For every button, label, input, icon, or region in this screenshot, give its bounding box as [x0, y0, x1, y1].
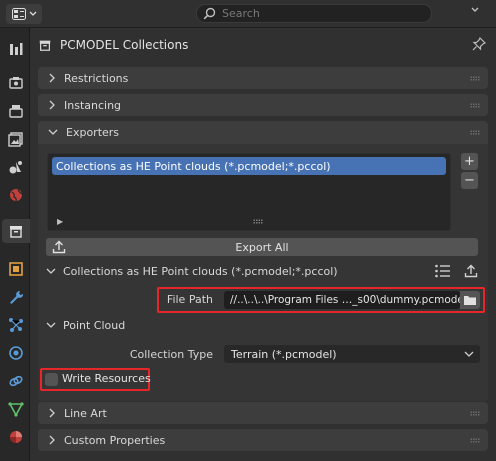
- data-icon: [8, 402, 24, 417]
- properties-editor-icon: [11, 8, 26, 20]
- tab-constraints[interactable]: [4, 369, 28, 393]
- list-item[interactable]: Collections as HE Point clouds (*.pcmode…: [52, 157, 446, 175]
- file-path-label: File Path: [166, 293, 213, 306]
- subpanel-point-cloud-header[interactable]: Point Cloud: [46, 315, 125, 335]
- section-title-exporters: Exporters: [66, 125, 120, 139]
- drag-handle-icon[interactable]: [470, 103, 480, 108]
- collection-type-value: Terrain (*.pcmodel): [231, 347, 337, 361]
- section-exporters[interactable]: Exporters: [38, 121, 488, 144]
- export-all-label: Export All: [235, 240, 289, 254]
- scene-icon: [9, 161, 22, 174]
- properties-tabs: [0, 28, 30, 461]
- section-custom-properties[interactable]: Custom Properties: [38, 429, 488, 451]
- folder-icon: [464, 296, 476, 305]
- output-icon: [9, 105, 23, 118]
- material-icon: [10, 431, 22, 443]
- subpanel-point-cloud-title: Point Cloud: [63, 318, 126, 332]
- section-title-restrictions: Restrictions: [64, 71, 129, 85]
- header-bar: Search: [0, 0, 496, 28]
- write-resources-checkbox[interactable]: [45, 373, 58, 386]
- render-icon: [9, 77, 23, 89]
- collection-type-dropdown[interactable]: Terrain (*.pcmodel): [224, 345, 480, 363]
- view-layer-icon: [8, 132, 23, 147]
- particles-icon: [9, 318, 23, 332]
- search-icon: [203, 7, 216, 20]
- section-instancing[interactable]: Instancing: [38, 94, 488, 116]
- editor-type-selector[interactable]: [6, 4, 42, 24]
- export-all-button[interactable]: Export All: [46, 238, 478, 256]
- tab-material[interactable]: [4, 425, 28, 449]
- page-title: PCMODEL Collections: [60, 38, 189, 52]
- world-icon: [10, 189, 23, 202]
- constraints-icon: [9, 375, 23, 387]
- collection-type-label: Collection Type: [129, 348, 213, 361]
- tab-scene[interactable]: [4, 155, 28, 179]
- remove-exporter-button[interactable]: −: [461, 172, 478, 189]
- chevron-right-icon: [49, 408, 55, 418]
- section-restrictions[interactable]: Restrictions: [38, 67, 488, 89]
- panel-header: PCMODEL Collections: [38, 36, 188, 54]
- chevron-right-icon: [49, 73, 55, 83]
- tab-modifiers[interactable]: [4, 285, 28, 309]
- chevron-right-icon: [49, 100, 55, 110]
- tab-render[interactable]: [4, 71, 28, 95]
- tab-view-layer[interactable]: [4, 127, 28, 151]
- section-title-instancing: Instancing: [64, 98, 122, 112]
- drag-handle-icon[interactable]: [470, 438, 480, 443]
- export-icon[interactable]: [464, 264, 478, 278]
- write-resources-label: Write Resources: [62, 372, 151, 385]
- chevron-right-icon: [49, 435, 55, 445]
- tab-particles[interactable]: [4, 313, 28, 337]
- list-resize-handle-icon[interactable]: [253, 219, 263, 224]
- pin-icon[interactable]: [472, 37, 486, 51]
- drag-handle-icon[interactable]: [470, 130, 480, 135]
- chevron-down-icon: [46, 268, 56, 274]
- chevron-down-icon[interactable]: [470, 6, 480, 14]
- drag-handle-icon[interactable]: [470, 76, 480, 81]
- subpanel-exporter-header[interactable]: Collections as HE Point clouds (*.pcmode…: [46, 261, 338, 281]
- tab-collection[interactable]: [2, 219, 30, 243]
- chevron-down-icon: [464, 351, 474, 357]
- drag-handle-icon[interactable]: [470, 411, 480, 416]
- file-path-field[interactable]: //..\..\..\Program Files …_s00\dummy.pcm…: [224, 291, 460, 309]
- tab-data[interactable]: [4, 397, 28, 421]
- add-exporter-button[interactable]: +: [461, 153, 478, 170]
- browse-folder-button[interactable]: [460, 291, 480, 309]
- modifier-wrench-icon: [10, 290, 24, 304]
- section-title-custom-properties: Custom Properties: [64, 433, 166, 447]
- subpanel-exporter-title: Collections as HE Point clouds (*.pcmode…: [63, 264, 338, 278]
- search-placeholder: Search: [222, 7, 260, 20]
- tab-world[interactable]: [4, 183, 28, 207]
- tab-tool[interactable]: [4, 37, 28, 61]
- chevron-down-icon: [29, 11, 36, 16]
- object-icon: [9, 262, 23, 276]
- chevron-down-icon: [46, 322, 56, 328]
- tab-physics[interactable]: [4, 341, 28, 365]
- section-line-art[interactable]: Line Art: [38, 402, 488, 424]
- list-item-label: Collections as HE Point clouds (*.pcmode…: [56, 159, 331, 173]
- list-filter-toggle-icon[interactable]: ▶: [57, 217, 63, 226]
- file-path-value: //..\..\..\Program Files …_s00\dummy.pcm…: [230, 294, 460, 306]
- list-menu-icon[interactable]: [435, 264, 451, 278]
- search-input[interactable]: Search: [196, 4, 432, 23]
- collection-icon: [39, 40, 51, 51]
- section-title-line-art: Line Art: [64, 406, 107, 420]
- tab-object[interactable]: [4, 257, 28, 281]
- collection-icon: [10, 226, 22, 238]
- chevron-down-icon: [48, 129, 58, 135]
- physics-icon: [9, 346, 23, 360]
- export-icon: [52, 240, 66, 254]
- tab-output[interactable]: [4, 99, 28, 123]
- tool-icon: [10, 43, 23, 55]
